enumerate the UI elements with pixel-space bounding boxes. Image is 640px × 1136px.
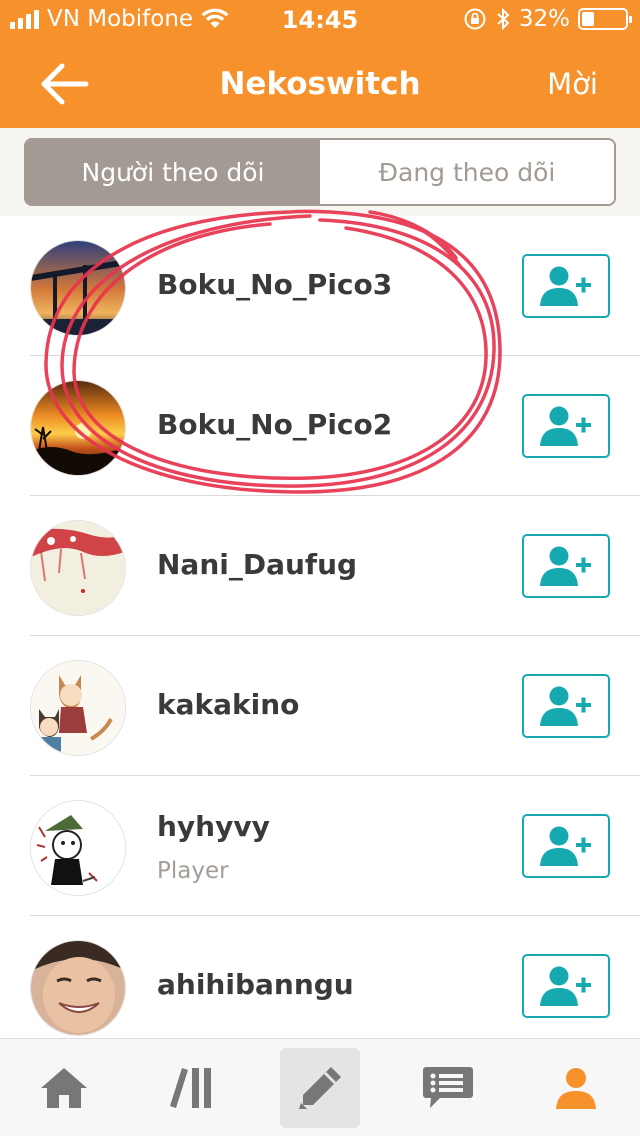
user-name[interactable]: hyhyvy [157,810,270,843]
user-name[interactable]: Nani_Daufug [157,548,357,581]
user-name[interactable]: Boku_No_Pico2 [157,408,392,441]
list-item[interactable]: hyhyvy Player [0,776,640,916]
avatar[interactable] [30,660,126,756]
avatar[interactable] [30,520,126,616]
invite-button[interactable]: Mời [547,67,598,101]
write-button-bg [280,1048,360,1128]
add-user-button[interactable] [522,674,610,738]
avatar[interactable] [30,800,126,896]
tab-followers[interactable]: Người theo dõi [26,140,320,204]
user-list: Boku_No_Pico3 Boku_No_Pico2 Nani_Daufug … [0,216,640,1038]
add-user-button[interactable] [522,254,610,318]
navigation-bar: Nekoswitch Mời [0,40,640,128]
tab-home[interactable] [0,1039,128,1136]
tab-profile[interactable] [512,1039,640,1136]
bottom-tab-bar [0,1038,640,1136]
list-item[interactable]: Boku_No_Pico2 [0,356,640,496]
tab-following[interactable]: Đang theo dõi [320,140,614,204]
tab-library[interactable] [128,1039,256,1136]
bluetooth-icon [497,7,510,31]
user-name[interactable]: kakakino [157,688,299,721]
segment-bar: Người theo dõi Đang theo dõi [0,128,640,216]
add-user-button[interactable] [522,954,610,1018]
user-name[interactable]: Boku_No_Pico3 [157,268,392,301]
add-user-icon [540,686,591,726]
tab-write[interactable] [256,1039,384,1136]
list-item[interactable]: Nani_Daufug [0,496,640,636]
profile-icon [556,1068,596,1109]
avatar[interactable] [30,940,126,1036]
add-user-button[interactable] [522,534,610,598]
status-bar: VN Mobifone 14:45 32% [0,0,640,40]
add-user-icon [540,966,591,1006]
list-item[interactable]: Boku_No_Pico3 [0,216,640,356]
add-user-icon [540,406,591,446]
list-item[interactable]: ahihibanngu [0,916,640,1038]
list-item[interactable]: kakakino [0,636,640,776]
status-right-group: 32% [463,6,632,32]
add-user-icon [540,266,591,306]
battery-icon [578,8,632,30]
library-icon [170,1068,211,1108]
rotation-lock-icon [464,8,486,30]
user-subtitle: Player [157,858,229,884]
home-icon [41,1068,87,1108]
user-name[interactable]: ahihibanngu [157,968,354,1001]
avatar[interactable] [30,240,126,336]
add-user-icon [540,546,591,586]
pencil-icon [299,1067,341,1109]
page-title: Nekoswitch [219,66,421,102]
battery-percent: 32% [518,6,570,32]
add-user-button[interactable] [522,394,610,458]
avatar[interactable] [30,380,126,476]
chat-list-icon [423,1067,473,1108]
add-user-button[interactable] [522,814,610,878]
tab-messages[interactable] [384,1039,512,1136]
header-bar: VN Mobifone 14:45 32% Nekoswitch Mời [0,0,640,128]
segmented-control: Người theo dõi Đang theo dõi [24,138,616,206]
add-user-icon [540,826,591,866]
